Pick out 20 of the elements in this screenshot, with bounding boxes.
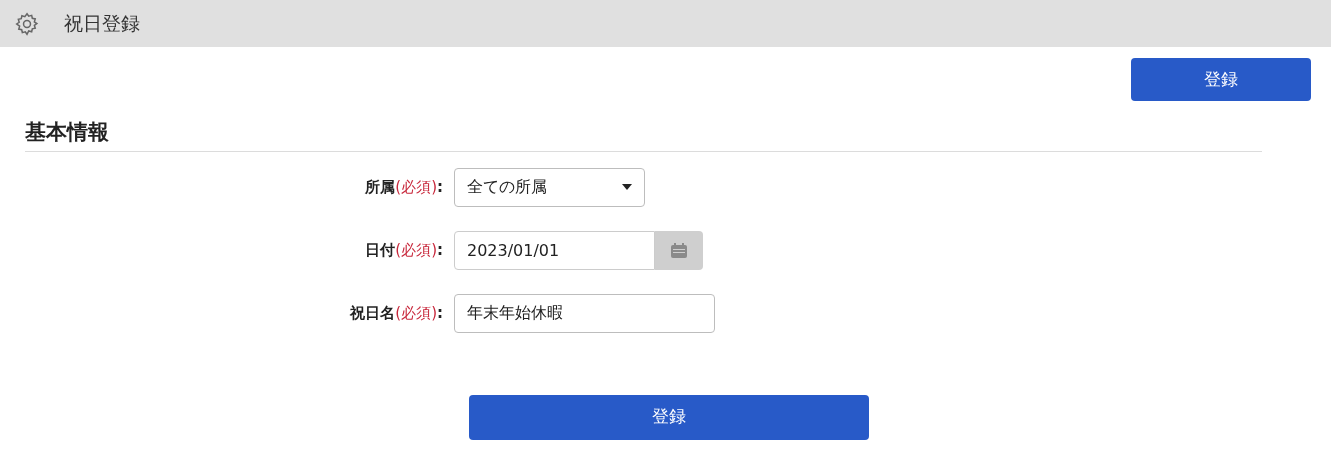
- section-heading: 基本情報: [25, 120, 109, 144]
- page-title: 祝日登録: [64, 11, 140, 37]
- required-note: (必須): [395, 239, 437, 261]
- field-label: 所属: [365, 176, 396, 198]
- dropdown[interactable]: 全ての所属: [454, 167, 645, 207]
- settings-icon[interactable]: [14, 10, 40, 37]
- required-note: (必須): [395, 302, 437, 324]
- caret-icon: [622, 184, 632, 190]
- label-colon: :: [437, 302, 443, 324]
- label-colon: :: [437, 176, 443, 198]
- field-label: 祝日名: [350, 302, 396, 324]
- register-button[interactable]: 登録: [469, 394, 869, 440]
- register-button[interactable]: 登録: [1131, 58, 1311, 101]
- label-colon: :: [437, 239, 443, 261]
- field-label: 日付: [365, 239, 396, 261]
- calendar-icon: [671, 242, 687, 258]
- calendar-button[interactable]: [655, 230, 703, 270]
- text-field[interactable]: 年末年始休暇: [454, 293, 715, 333]
- required-note: (必須): [395, 176, 437, 198]
- date-field[interactable]: 2023/01/01: [454, 230, 655, 270]
